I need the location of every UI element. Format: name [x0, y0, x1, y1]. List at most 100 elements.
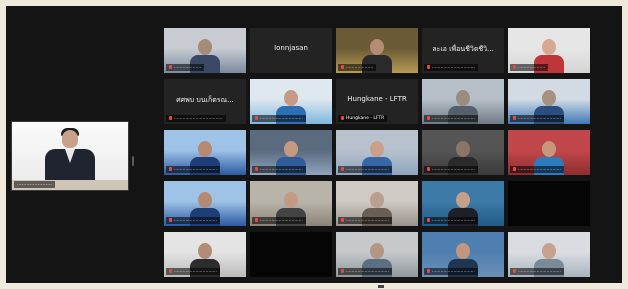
participant-display-name: ละเอ เพื่อนชีวิตชีวิ...: [432, 45, 494, 53]
participant-name-label: Hungkane - LFTR: [338, 115, 388, 122]
participant-head: [198, 39, 212, 55]
participant-name-text: ..............................: [432, 116, 475, 121]
participant-head: [284, 192, 298, 208]
participant-tile[interactable]: Hungkane - LFTR Hungkane - LFTR: [336, 79, 418, 124]
participant-name-text: Hungkane - LFTR: [346, 116, 385, 121]
participant-name-label: ..............................: [424, 115, 478, 122]
mic-muted-icon: [513, 65, 516, 69]
mic-muted-icon: [341, 218, 344, 222]
participant-head: [198, 243, 212, 259]
active-speaker-video[interactable]: ......................: [11, 121, 129, 191]
participant-name-text: ...................: [346, 65, 374, 70]
mic-muted-icon: [341, 65, 344, 69]
participant-head: [542, 90, 556, 106]
speaker-panel: ......................: [6, 6, 134, 283]
participant-head: [542, 141, 556, 157]
participant-name-text: ..............................: [432, 218, 475, 223]
participant-name-text: ..............................: [174, 269, 217, 274]
meeting-window: ...................... .................…: [6, 6, 622, 288]
participant-head: [370, 39, 384, 55]
participant-head: [456, 141, 470, 157]
participant-name-label: ..............................: [510, 268, 564, 275]
participant-tile[interactable]: ..............................: [422, 181, 504, 226]
participant-name-label: ...................: [338, 64, 377, 71]
participant-name-text: ..............................: [432, 167, 475, 172]
participant-name-label: ..............................: [252, 115, 306, 122]
participant-tile[interactable]: ..............................: [164, 181, 246, 226]
participant-name-label: ...................: [166, 64, 205, 71]
participant-tile[interactable]: ศศพบ บนเก็ตรณ...........................…: [164, 79, 246, 124]
participant-name-text: ..............................: [346, 167, 389, 172]
participant-tile[interactable]: ..............................: [422, 79, 504, 124]
participant-name-label: ..............................: [424, 166, 478, 173]
participant-tile[interactable]: [250, 232, 332, 277]
participant-name-text: ..............................: [260, 167, 303, 172]
participant-display-name: Ionnjasan: [274, 44, 308, 52]
participant-tile[interactable]: ..............................: [164, 130, 246, 175]
participant-name-label: ..............................: [166, 166, 220, 173]
mic-muted-icon: [427, 116, 430, 120]
participant-tile[interactable]: ..............................: [422, 232, 504, 277]
participant-tile[interactable]: ...................: [336, 28, 418, 73]
participant-head: [370, 192, 384, 208]
scroll-indicator[interactable]: [378, 285, 384, 288]
mic-muted-icon: [513, 269, 516, 273]
participant-tile[interactable]: ..............................: [508, 79, 590, 124]
mic-muted-icon: [427, 269, 430, 273]
participant-tile[interactable]: ..............................: [422, 130, 504, 175]
participant-name-label: ..............................: [510, 166, 564, 173]
participant-name-text: ..............................: [518, 269, 561, 274]
participant-tile[interactable]: ..............................: [508, 232, 590, 277]
mic-muted-icon: [255, 167, 258, 171]
mic-muted-icon: [169, 167, 172, 171]
participant-tile[interactable]: ...................: [508, 28, 590, 73]
participant-name-label: ..............................: [338, 166, 392, 173]
participant-head: [198, 141, 212, 157]
participant-name-text: ..............................: [518, 116, 561, 121]
mic-muted-icon: [169, 218, 172, 222]
participant-name-text: ..................................: [174, 116, 223, 121]
participant-name-label: ..............................: [424, 268, 478, 275]
participant-display-name: ศศพบ บนเก็ตรณ...: [176, 96, 234, 104]
participant-tile[interactable]: ..............................: [336, 181, 418, 226]
mic-muted-icon: [341, 167, 344, 171]
participant-display-name: Hungkane - LFTR: [347, 95, 407, 103]
participant-head: [456, 90, 470, 106]
participant-tile[interactable]: ..............................: [250, 79, 332, 124]
participant-tile[interactable]: ละเอ เพื่อนชีวิตชีวิ....................…: [422, 28, 504, 73]
mic-muted-icon: [169, 116, 172, 120]
participant-tile[interactable]: ..............................: [250, 181, 332, 226]
participant-tile[interactable]: [508, 181, 590, 226]
participant-head: [370, 141, 384, 157]
speaker-head: [62, 130, 78, 148]
participant-tile[interactable]: ..............................: [336, 232, 418, 277]
participant-tile[interactable]: ...................: [164, 28, 246, 73]
participant-name-label: ..............................: [252, 166, 306, 173]
participant-head: [284, 141, 298, 157]
participant-name-label: ..............................: [510, 115, 564, 122]
participant-tile[interactable]: Ionnjasan: [250, 28, 332, 73]
participant-head: [542, 39, 556, 55]
participant-name-label: ..................................: [166, 115, 226, 122]
participant-tile[interactable]: ..............................: [250, 130, 332, 175]
participant-name-text: ...................: [518, 65, 546, 70]
participant-tile[interactable]: ..............................: [336, 130, 418, 175]
mic-muted-icon: [513, 116, 516, 120]
participant-head: [456, 243, 470, 259]
participant-name-text: ..............................: [346, 218, 389, 223]
mic-muted-icon: [427, 65, 430, 69]
participant-head: [370, 243, 384, 259]
participant-name-text: ..............................: [518, 167, 561, 172]
participant-tile[interactable]: ..............................: [164, 232, 246, 277]
panel-resize-handle[interactable]: [132, 156, 134, 166]
participant-name-label: ..............................: [424, 64, 478, 71]
participant-name-label: ..............................: [338, 217, 392, 224]
mic-muted-icon: [427, 218, 430, 222]
participant-tile[interactable]: ..............................: [508, 130, 590, 175]
mic-muted-icon: [427, 167, 430, 171]
participant-head: [284, 90, 298, 106]
participant-name-label: ..............................: [166, 217, 220, 224]
participant-name-label: ..............................: [424, 217, 478, 224]
participant-name-label: ..............................: [338, 268, 392, 275]
mic-muted-icon: [513, 167, 516, 171]
